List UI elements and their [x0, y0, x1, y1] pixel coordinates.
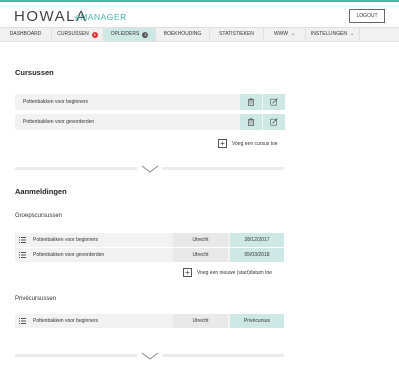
city-cell: Utrecht	[173, 314, 228, 328]
courses-title: Cursussen	[15, 68, 54, 77]
chevron-down-icon[interactable]	[141, 165, 159, 173]
plus-icon: +	[183, 268, 192, 277]
list-icon	[19, 252, 26, 258]
trash-icon	[247, 98, 255, 106]
nav-label: INSTELLINGEN	[310, 31, 347, 37]
nav-label: OPLEIDERS	[110, 31, 140, 37]
type-cell: Privécursus	[230, 314, 284, 328]
table-row[interactable]: Pottenbakken voor beginners Utrecht Priv…	[15, 314, 284, 328]
divider	[162, 167, 284, 170]
table-row[interactable]: Pottenbakken voor gevorderden Utrecht 05…	[15, 248, 284, 262]
nav-boekhouding[interactable]: BOEKHOUDING	[156, 28, 210, 41]
top-bar: HOWALA eMANAGER LOGOUT	[0, 0, 399, 26]
private-courses-title: Privécursussen	[15, 296, 57, 302]
city-cell: Utrecht	[173, 233, 228, 247]
nav-instellingen[interactable]: INSTELLINGEN ⌄	[306, 28, 360, 41]
list-icon	[19, 237, 26, 243]
nav-label: WWW	[273, 31, 288, 37]
divider	[162, 354, 284, 357]
edit-icon	[270, 98, 278, 106]
plus-icon: +	[218, 139, 227, 148]
city-cell: Utrecht	[173, 248, 228, 262]
nav-opleiders[interactable]: OPLEIDERS 3	[104, 28, 156, 41]
nav-label: BOEKHOUDING	[163, 31, 202, 37]
date-cell: 28/12/2017	[230, 233, 284, 247]
chevron-down-icon: ⌄	[290, 31, 296, 37]
chevron-down-icon: ⌄	[349, 31, 355, 37]
list-icon	[19, 318, 26, 324]
nav-label: DASHBOARD	[9, 31, 42, 37]
trash-icon	[247, 118, 255, 126]
delete-button[interactable]	[240, 114, 262, 130]
registrations-title: Aanmeldingen	[15, 187, 67, 196]
nav-cursussen[interactable]: CURSUSSEN 5	[52, 28, 104, 41]
edit-button[interactable]	[263, 94, 285, 110]
course-name: Pottenbakken voor beginners	[33, 237, 99, 243]
add-date-button[interactable]: + Voeg een nieuwe (start)datum toe	[183, 268, 272, 277]
nav-label: CURSUSSEN	[57, 31, 89, 37]
add-date-label: Voeg een nieuwe (start)datum toe	[197, 269, 273, 276]
main-nav: DASHBOARD CURSUSSEN 5 OPLEIDERS 3 BOEKHO…	[0, 27, 399, 42]
logout-button[interactable]: LOGOUT	[349, 9, 385, 23]
course-name: Pottenbakken voor gevorderden	[33, 252, 105, 258]
divider	[15, 167, 137, 170]
course-name: Pottenbakken voor gevorderden	[23, 119, 95, 125]
course-row[interactable]: Pottenbakken voor beginners	[15, 94, 285, 110]
nav-statistieken[interactable]: STATISTIEKEN	[210, 28, 264, 41]
nav-label: STATISTIEKEN	[219, 31, 254, 37]
divider	[15, 354, 137, 357]
add-course-button[interactable]: + Voeg een cursus toe	[218, 139, 278, 148]
table-row[interactable]: Pottenbakken voor beginners Utrecht 28/1…	[15, 233, 284, 247]
edit-button[interactable]	[263, 114, 285, 130]
course-row[interactable]: Pottenbakken voor gevorderden	[15, 114, 285, 130]
add-course-label: Voeg een cursus toe	[232, 140, 278, 147]
notification-badge: 5	[91, 31, 98, 38]
course-name: Pottenbakken voor beginners	[23, 99, 89, 105]
course-name: Pottenbakken voor beginners	[33, 318, 99, 324]
chevron-down-icon[interactable]	[141, 352, 159, 360]
edit-icon	[270, 118, 278, 126]
group-courses-title: Groepscursussen	[15, 213, 63, 219]
nav-www[interactable]: WWW ⌄	[264, 28, 306, 41]
date-cell: 05/03/2018	[230, 248, 284, 262]
nav-dashboard[interactable]: DASHBOARD	[0, 28, 52, 41]
app-name: eMANAGER	[75, 12, 127, 22]
delete-button[interactable]	[240, 94, 262, 110]
notification-badge: 3	[142, 31, 149, 38]
